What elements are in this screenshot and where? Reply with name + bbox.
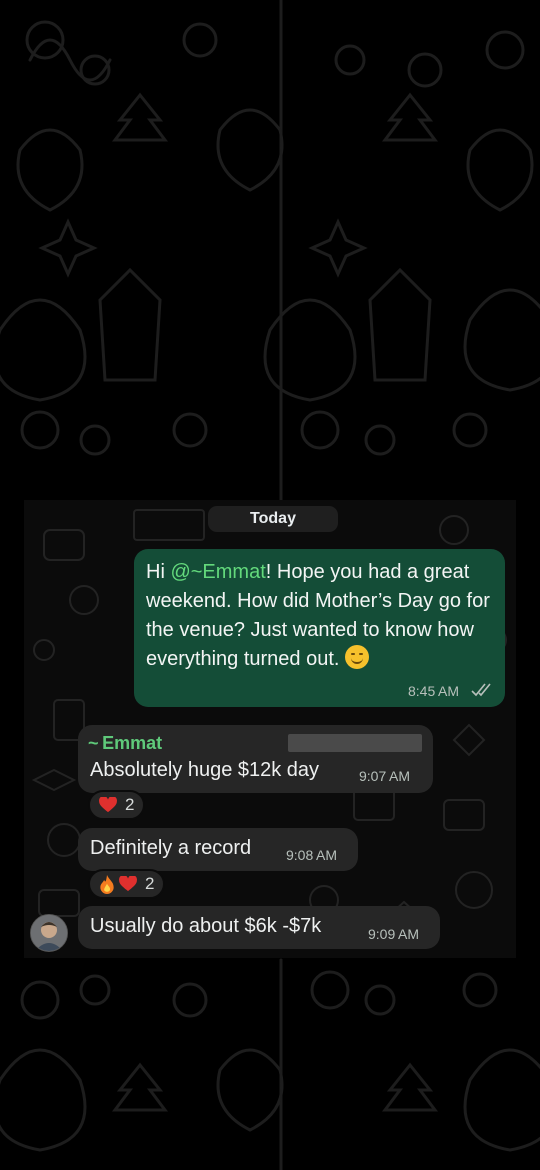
sender-name[interactable]: ~ Emmat (88, 733, 162, 754)
reaction-count: 2 (145, 874, 155, 893)
message-time: 9:07 AM (359, 768, 411, 784)
heart-icon (99, 797, 117, 813)
avatar-image (31, 915, 67, 951)
message-time: 8:45 AM (408, 683, 460, 699)
message-text: Usually do about $6k -$7k (90, 915, 322, 937)
smiling-face-icon (345, 645, 370, 669)
message-text-part: Hi (146, 561, 171, 583)
incoming-message-bubble[interactable]: ~ Emmat Absolutely huge $12k day 9:07 AM (78, 725, 433, 793)
message-text: Absolutely huge $12k day (90, 759, 320, 781)
double-check-icon (471, 683, 491, 697)
date-separator: Today (208, 506, 338, 532)
incoming-message-bubble[interactable]: Definitely a record 9:08 AM (78, 828, 358, 871)
reaction-count: 2 (125, 795, 135, 814)
message-reaction[interactable]: 2 (88, 869, 166, 899)
outgoing-message-bubble[interactable]: Hi @~Emmat! Hope you had a great weekend… (134, 549, 505, 707)
incoming-message-bubble[interactable]: Usually do about $6k -$7k 9:09 AM (78, 906, 440, 949)
message-time: 9:09 AM (368, 926, 420, 942)
message-text: Hi @~Emmat! Hope you had a great weekend… (146, 558, 496, 674)
heart-icon (119, 876, 137, 892)
message-reaction[interactable]: 2 (88, 790, 146, 820)
fire-icon (100, 874, 114, 894)
redacted-phone-number (288, 734, 422, 752)
sender-avatar[interactable] (30, 914, 68, 952)
mention-link[interactable]: @~Emmat (170, 561, 265, 583)
message-time: 9:08 AM (286, 847, 338, 863)
message-text: Definitely a record (90, 837, 252, 859)
